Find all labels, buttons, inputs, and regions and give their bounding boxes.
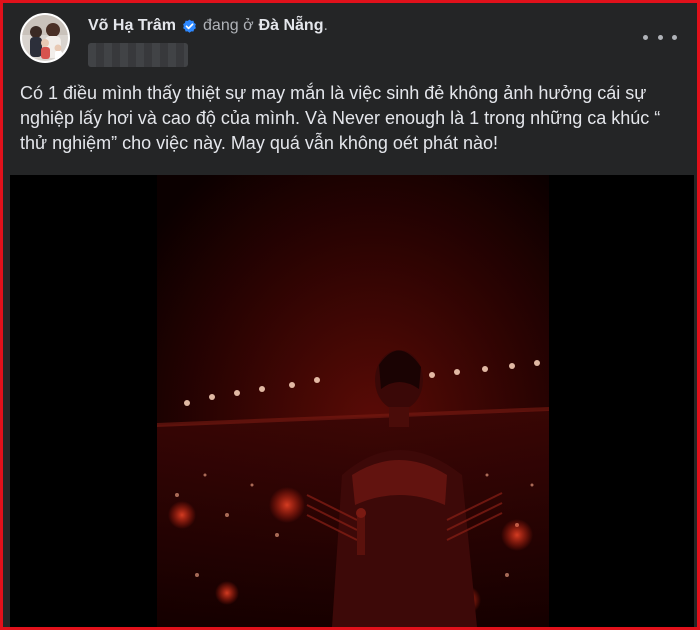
author-line: Võ Hạ Trâm đang ở Đà Nẵng.: [88, 17, 328, 35]
more-dot: [672, 34, 677, 40]
location-suffix: .: [323, 17, 328, 34]
concert-video-frame: [157, 175, 549, 627]
location-link[interactable]: Đà Nẵng: [259, 17, 324, 35]
post-meta-redacted: [88, 43, 188, 67]
facebook-post: Võ Hạ Trâm đang ở Đà Nẵng. Có 1 điều mìn…: [0, 0, 700, 630]
concert-video[interactable]: [157, 175, 549, 627]
status-prefix: đang ở: [203, 17, 254, 34]
avatar-photo: [22, 15, 68, 61]
more-options-icon[interactable]: [643, 27, 677, 47]
post-text: Có 1 điều mình thấy thiệt sự may mắn là …: [20, 83, 661, 153]
author-avatar[interactable]: [20, 13, 70, 63]
post-media[interactable]: [10, 175, 694, 627]
more-dot: [643, 34, 648, 40]
verified-badge-icon: [182, 19, 197, 34]
more-dot: [657, 34, 663, 40]
post-header: Võ Hạ Trâm đang ở Đà Nẵng.: [3, 3, 697, 71]
author-name[interactable]: Võ Hạ Trâm: [88, 17, 176, 35]
